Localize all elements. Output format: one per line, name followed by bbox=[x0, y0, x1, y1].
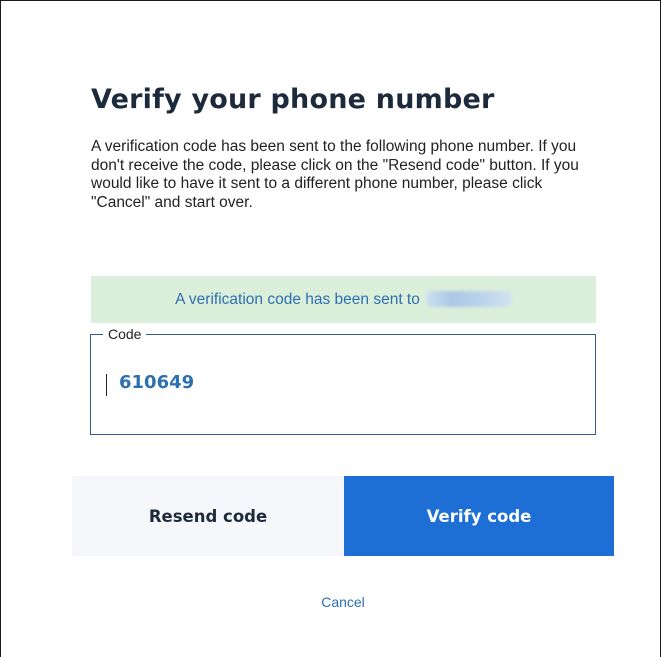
resend-code-button[interactable]: Resend code bbox=[72, 476, 344, 556]
redacted-phone-number bbox=[425, 290, 512, 307]
verify-code-button[interactable]: Verify code bbox=[344, 476, 614, 556]
code-sent-message: A verification code has been sent to bbox=[175, 290, 420, 308]
dialog-description: A verification code has been sent to the… bbox=[91, 138, 579, 211]
cancel-link[interactable]: Cancel bbox=[0, 594, 661, 610]
code-field: Code bbox=[90, 325, 596, 435]
dialog-title: Verify your phone number bbox=[91, 84, 495, 115]
code-field-label: Code bbox=[103, 325, 147, 343]
text-caret bbox=[106, 374, 107, 396]
verify-phone-dialog: Verify your phone number A verification … bbox=[0, 0, 661, 657]
code-sent-notice: A verification code has been sent to bbox=[91, 276, 596, 323]
code-sent-notice-text: A verification code has been sent to bbox=[175, 290, 512, 309]
code-input[interactable] bbox=[119, 371, 559, 395]
